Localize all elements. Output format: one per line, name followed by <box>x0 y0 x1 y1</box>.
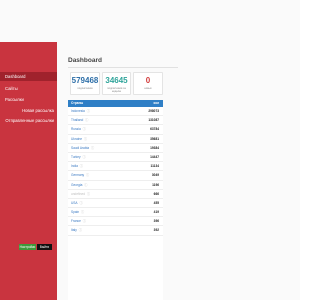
subscriber-count: 35681 <box>150 136 159 141</box>
subscriber-count: 455 <box>153 200 159 205</box>
country-name[interactable]: Indonesia ⓘ <box>71 107 90 116</box>
title-divider <box>68 67 178 68</box>
table-row: Italy ⓘ 392 <box>68 226 163 236</box>
table-row: USA ⓘ 455 <box>68 199 163 209</box>
stat-label: подписчиков <box>77 87 93 90</box>
page-title: Dashboard <box>68 57 102 64</box>
info-icon: ⓘ <box>86 191 91 196</box>
info-icon: ⓘ <box>90 145 95 150</box>
country-name[interactable]: Ukraine ⓘ <box>71 135 87 144</box>
subscriber-count: 11134 <box>150 164 159 169</box>
country-name[interactable]: Georgia ⓘ <box>71 181 87 190</box>
stat-value: 0 <box>145 76 151 85</box>
country-name[interactable]: Italy ⓘ <box>71 226 82 235</box>
main-content: Dashboard 579468 подписчиков 34645 подпи… <box>57 42 300 300</box>
country-name[interactable]: Saudi Arabia ⓘ <box>71 144 94 153</box>
table-row: Indonesia ⓘ 298073 <box>68 107 163 117</box>
country-name[interactable]: Thailand ⓘ <box>71 116 88 125</box>
country-name[interactable]: India ⓘ <box>71 162 83 171</box>
subscriber-count: 298073 <box>148 109 159 113</box>
table-row: India ⓘ 11134 <box>68 162 163 172</box>
sidebar-item-mailings[interactable]: Рассылки <box>0 95 57 104</box>
column-header-country[interactable]: Страны <box>71 100 83 107</box>
table-row: Ukraine ⓘ 35681 <box>68 135 163 144</box>
table-row: Saudi Arabia ⓘ 19384 <box>68 144 163 153</box>
column-header-count[interactable]: кол <box>154 100 159 107</box>
info-icon: ⓘ <box>84 118 89 123</box>
table-body: Indonesia ⓘ 298073 Thailand ⓘ 131087 Russia … <box>68 107 163 236</box>
stat-label: новых <box>144 87 152 90</box>
sidebar: Dashboard Сайты Рассылки Новая рассылка … <box>0 42 57 300</box>
country-name[interactable]: USA ⓘ <box>71 199 83 208</box>
table-row: Thailand ⓘ 131087 <box>68 116 163 126</box>
country-name[interactable]: Russia ⓘ <box>71 125 86 134</box>
subscriber-count: 419 <box>153 210 159 215</box>
country-name[interactable]: Spain ⓘ <box>71 208 84 217</box>
stat-value: 579468 <box>71 76 99 85</box>
subscriber-count: 63784 <box>150 127 159 132</box>
info-icon: ⓘ <box>81 127 86 132</box>
country-name[interactable]: Germany ⓘ <box>71 171 89 180</box>
countries-table: Страны кол Indonesia ⓘ 298073 Thailand ⓘ 13… <box>68 100 163 300</box>
info-icon: ⓘ <box>77 228 82 233</box>
table-row: Spain ⓘ 419 <box>68 208 163 218</box>
sidebar-item-new-mailing[interactable]: Новая рассылка <box>0 106 57 115</box>
subscriber-count: 392 <box>153 228 159 233</box>
sidebar-item-sent-mailings[interactable]: Отправленные рассылки <box>0 116 57 125</box>
table-header: Страны кол <box>68 100 163 107</box>
info-icon: ⓘ <box>78 200 83 205</box>
info-icon: ⓘ <box>81 219 86 224</box>
sidebar-item-dashboard[interactable]: Dashboard <box>0 72 57 81</box>
country-name[interactable]: undefined ⓘ <box>71 190 90 199</box>
table-row: Turkey ⓘ 14447 <box>68 153 163 163</box>
table-row: Germany ⓘ 3049 <box>68 171 163 181</box>
subscriber-count: 14447 <box>150 154 159 159</box>
table-row: France ⓘ 396 <box>68 217 163 227</box>
stat-card-weekly: 34645 подписчиков за неделю <box>102 72 131 95</box>
info-icon: ⓘ <box>80 210 85 215</box>
table-row: Russia ⓘ 63784 <box>68 125 163 135</box>
stat-card-new: 0 новых <box>133 72 163 95</box>
subscriber-count: 1196 <box>152 182 159 187</box>
sidebar-item-sites[interactable]: Сайты <box>0 84 57 93</box>
settings-button[interactable]: Настройки <box>19 244 36 250</box>
app-window: Dashboard Сайты Рассылки Новая рассылка … <box>0 0 300 300</box>
stat-card-subscribers: 579468 подписчиков <box>70 72 100 95</box>
stat-value: 34645 <box>105 76 128 85</box>
info-icon: ⓘ <box>83 182 88 187</box>
table-row: undefined ⓘ 666 <box>68 190 163 199</box>
info-icon: ⓘ <box>85 109 90 113</box>
subscriber-count: 396 <box>153 219 159 224</box>
subscriber-count: 3049 <box>151 173 159 178</box>
stat-label: подписчиков за неделю <box>107 87 126 93</box>
country-name[interactable]: Turkey ⓘ <box>71 153 86 162</box>
info-icon: ⓘ <box>85 173 90 178</box>
info-icon: ⓘ <box>81 154 86 159</box>
subscriber-count: 131087 <box>148 118 159 123</box>
country-name[interactable]: France ⓘ <box>71 217 86 226</box>
info-icon: ⓘ <box>82 136 88 141</box>
logout-button[interactable]: Выйти <box>37 244 52 250</box>
table-row: Georgia ⓘ 1196 <box>68 181 163 190</box>
info-icon: ⓘ <box>78 164 83 169</box>
subscriber-count: 666 <box>153 191 159 196</box>
subscriber-count: 19384 <box>150 145 159 150</box>
